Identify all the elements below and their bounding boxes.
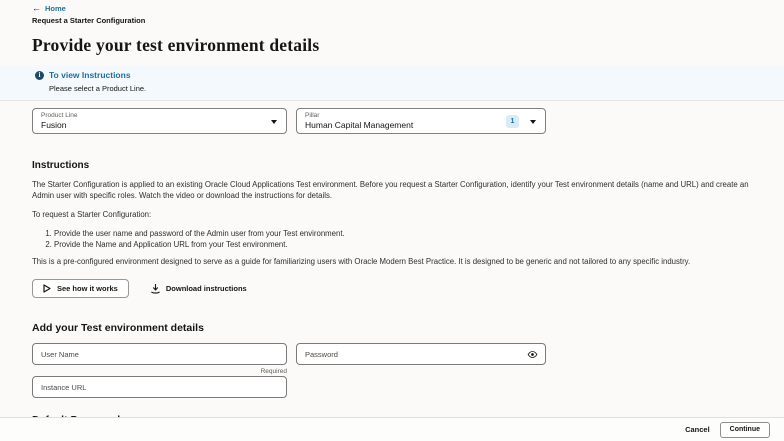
download-icon <box>151 284 160 294</box>
instruction-step: Provide the user name and password of th… <box>54 228 752 239</box>
product-line-label: Product Line <box>41 112 278 119</box>
instructions-paragraph-2: This is a pre-configured environment des… <box>32 257 752 268</box>
instructions-heading: Instructions <box>32 160 752 171</box>
breadcrumb-home-link[interactable]: Home <box>45 4 66 13</box>
instructions-list-intro: To request a Starter Configuration: <box>32 210 752 221</box>
breadcrumb: ← Home Request a Starter Configuration <box>32 0 752 25</box>
pillar-label: Pillar <box>305 112 537 119</box>
breadcrumb-back[interactable]: ← Home <box>32 4 752 13</box>
product-line-value: Fusion <box>41 120 278 130</box>
pillar-count-badge: 1 <box>506 115 519 128</box>
play-icon <box>43 284 51 293</box>
download-instructions-button[interactable]: Download instructions <box>151 284 247 294</box>
password-field-wrap <box>296 343 546 375</box>
main-content: ← Home Request a Starter Configuration P… <box>0 0 784 441</box>
instructions-actions: See how it works Download instructions <box>32 279 752 298</box>
banner-title: To view Instructions <box>49 70 131 80</box>
selector-row: Product Line Fusion Pillar Human Capital… <box>32 108 752 134</box>
banner-subtitle: Please select a Product Line. <box>49 84 784 93</box>
footer-action-bar: Cancel Continue <box>0 417 784 441</box>
instance-url-field[interactable] <box>32 376 287 398</box>
info-icon: i <box>35 71 44 80</box>
instruction-step: Provide the Name and Application URL fro… <box>54 239 752 250</box>
see-how-it-works-label: See how it works <box>57 284 118 293</box>
pillar-select[interactable]: Pillar Human Capital Management 1 <box>296 108 546 134</box>
see-how-it-works-button[interactable]: See how it works <box>32 279 129 298</box>
chevron-down-icon[interactable] <box>271 120 277 124</box>
instructions-paragraph-1: The Starter Configuration is applied to … <box>32 180 752 201</box>
password-field[interactable] <box>296 343 546 365</box>
env-details-section: Add your Test environment details Requir… <box>32 322 752 398</box>
download-instructions-label: Download instructions <box>166 284 247 293</box>
show-password-icon[interactable] <box>527 349 538 360</box>
continue-button[interactable]: Continue <box>720 422 770 438</box>
product-line-select[interactable]: Product Line Fusion <box>32 108 287 134</box>
page-title: Provide your test environment details <box>32 35 752 56</box>
user-name-field[interactable] <box>32 343 287 365</box>
instructions-steps: Provide the user name and password of th… <box>54 228 752 250</box>
back-arrow-icon[interactable]: ← <box>32 4 41 13</box>
instance-url-field-wrap <box>32 376 752 398</box>
env-details-heading: Add your Test environment details <box>32 322 752 334</box>
user-name-required-hint: Required <box>32 368 287 375</box>
chevron-down-icon[interactable] <box>530 120 536 124</box>
info-banner: i To view Instructions Please select a P… <box>0 65 784 101</box>
pillar-value: Human Capital Management <box>305 120 537 130</box>
cancel-button[interactable]: Cancel <box>685 425 710 434</box>
breadcrumb-current: Request a Starter Configuration <box>32 16 752 25</box>
user-name-field-wrap: Required <box>32 343 287 375</box>
instructions-section: Instructions The Starter Configuration i… <box>32 160 752 298</box>
